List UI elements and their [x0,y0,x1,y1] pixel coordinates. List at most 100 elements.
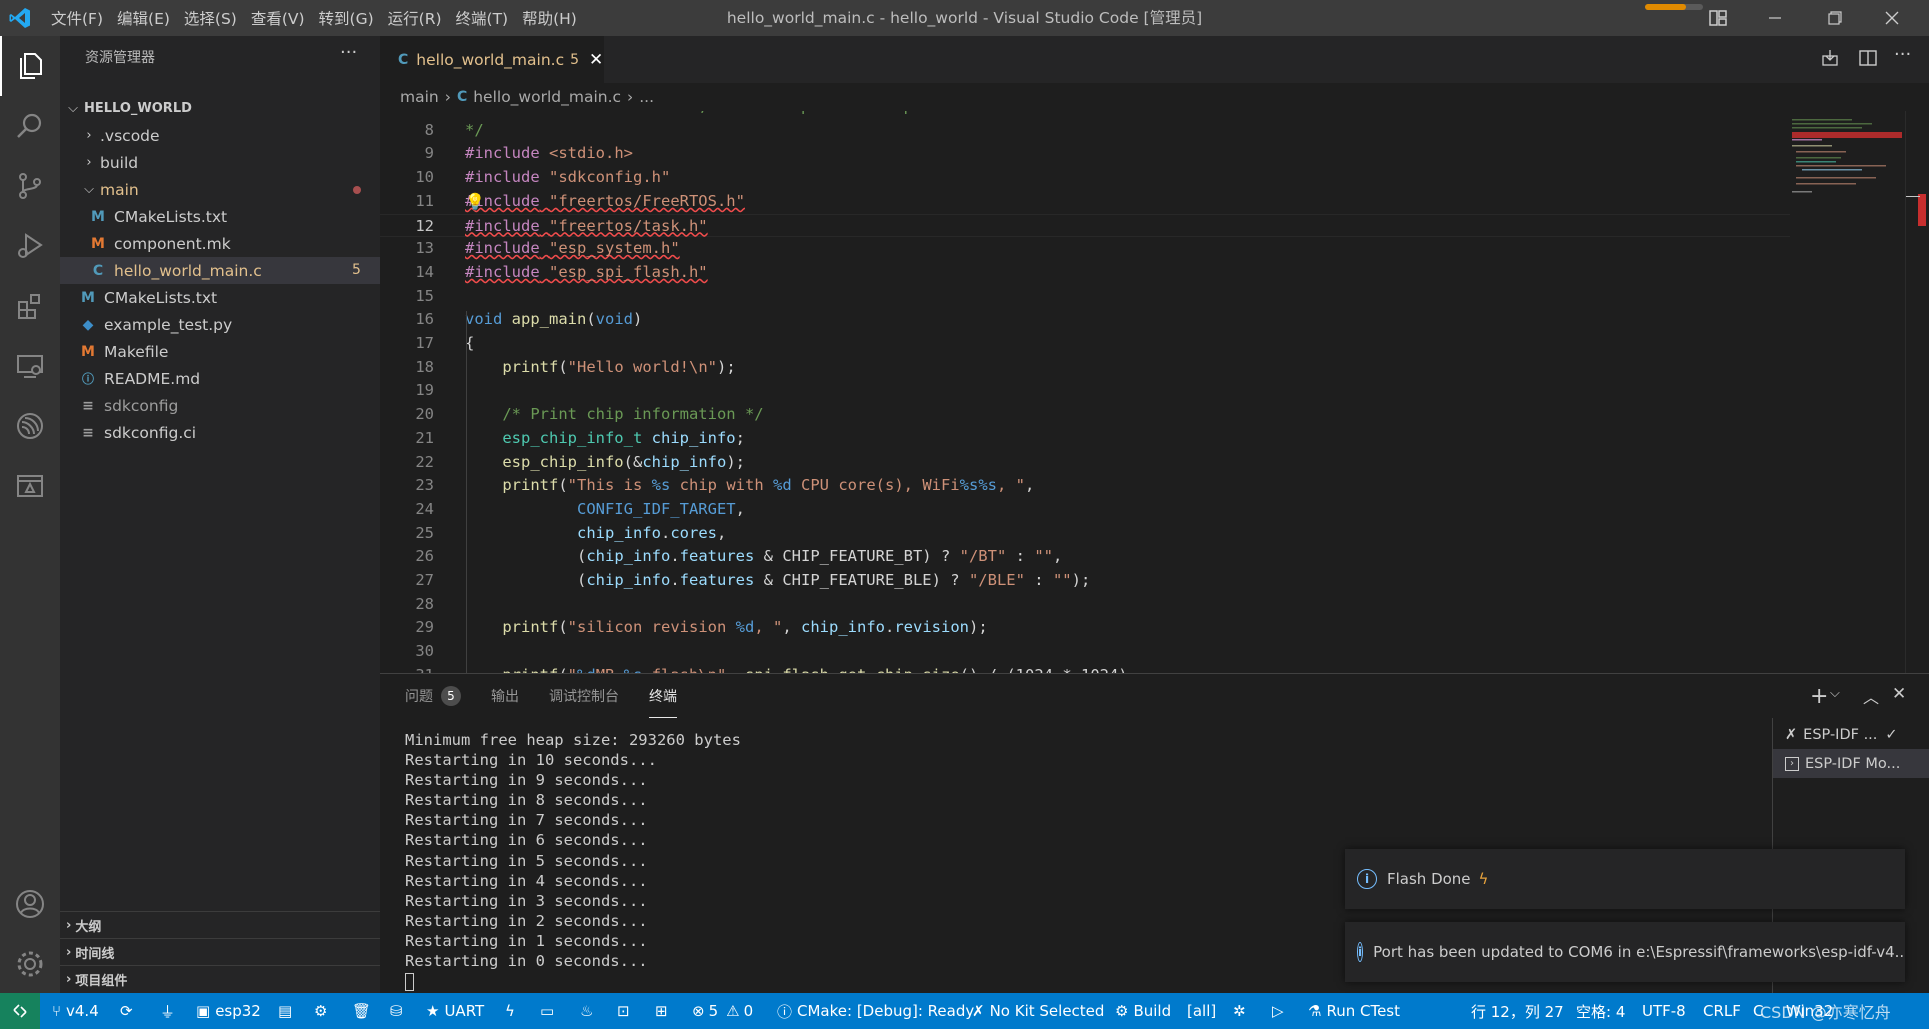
restore-button[interactable] [1806,0,1864,36]
tree-item-hello-world-main[interactable]: C hello_world_main.c 5 [60,257,380,284]
tab-debug-console[interactable]: 调试控制台 [549,674,619,718]
uart-status[interactable]: ★ UART [426,993,484,1029]
tree-item-component-mk[interactable]: M component.mk [60,230,380,257]
layout-icon[interactable] [1708,8,1730,28]
tree-item-build[interactable]: › build [60,149,380,176]
terminal-line: Restarting in 7 seconds... [405,811,648,830]
code-line: 27 (chip_info.features & CHIP_FEATURE_BL… [415,571,1091,589]
code-editor[interactable]: 7 conditions of ANY KIND, either express… [380,111,1790,673]
target-status[interactable]: ▣ esp32 [196,993,261,1029]
code-line: 16 void app_main(void) [415,310,643,329]
breadcrumb-symbol[interactable]: ... [639,88,654,106]
trash-icon[interactable]: 🗑 [352,993,371,1029]
menu-run[interactable]: 运行(R) [381,7,449,29]
kit-status[interactable]: ✗ No Kit Selected [972,993,1104,1029]
minimap[interactable] [1790,111,1905,673]
close-panel-icon[interactable]: ✕ [1892,684,1906,704]
editor-scrollbar[interactable] [1905,111,1929,673]
compare-icon[interactable] [1820,48,1842,70]
more-actions-icon[interactable]: ··· [340,42,357,63]
code-line: 24 CONFIG_IDF_TARGET, [415,499,745,518]
notification-flash-done[interactable]: i Flash Done ϟ [1345,849,1905,909]
tree-item-makefile[interactable]: M Makefile [60,338,380,365]
extensions-icon[interactable] [0,276,60,336]
plug-icon[interactable]: ⏚ [160,993,175,1029]
close-icon[interactable]: ✕ [589,50,603,70]
warning-icon: ⚠ [726,1002,740,1020]
chevron-down-icon[interactable]: ⌵ [1830,686,1840,701]
database-icon[interactable]: ⛁ [390,993,403,1029]
flash-icon[interactable]: ϟ [505,993,515,1029]
tree-item-sdkconfig-ci[interactable]: ≡ sdkconfig.ci [60,419,380,446]
remote-explorer-icon[interactable] [0,336,60,396]
tree-item-example-test[interactable]: ◆ example_test.py [60,311,380,338]
code-line-current: 12 #include "freertos/task.h" [380,213,1790,238]
terminal-line: Minimum free heap size: 293260 bytes [405,731,741,749]
menu-view[interactable]: 查看(V) [244,7,312,29]
timeline-section[interactable]: › 时间线 [60,938,380,965]
tab-problems[interactable]: 问题 5 [405,674,461,718]
gear-icon[interactable] [0,934,60,994]
remote-indicator[interactable] [0,993,40,1029]
notification-text: Port has been updated to COM6 in e:\Espr… [1373,943,1905,961]
breadcrumb-main[interactable]: main [400,88,439,106]
sync-icon[interactable]: ⟳ [120,993,133,1029]
espressif-icon[interactable] [0,396,60,456]
terminal-item-esp-idf[interactable]: ✗ ESP-IDF ... ✓ [1773,720,1929,749]
menu-edit[interactable]: 编辑(E) [110,7,177,29]
account-icon[interactable] [0,874,60,934]
more-actions-icon[interactable]: ··· [1894,44,1911,65]
split-editor-icon[interactable] [1858,48,1880,70]
tab-hello-world-main[interactable]: C hello_world_main.c 5 ✕ [380,36,604,83]
build-button[interactable]: ⚙ Build [1115,993,1171,1029]
folder-icon[interactable]: ▤ [278,993,292,1029]
encoding[interactable]: UTF-8 [1642,993,1686,1029]
build-target[interactable]: [all] [1187,993,1216,1029]
maximize-panel-icon[interactable]: ︿ [1863,684,1879,708]
lightbulb-icon[interactable]: 💡 [465,190,485,214]
minimize-button[interactable] [1746,0,1804,36]
tree-item-sdkconfig[interactable]: ≡ sdkconfig [60,392,380,419]
explorer-root[interactable]: ⌵ HELLO_WORLD [60,95,380,122]
flame-icon[interactable]: ♨ [580,993,593,1029]
problems-status[interactable]: ⊗ 5 ⚠ 0 [692,993,753,1029]
debug-icon[interactable]: ⊞ [655,993,668,1029]
tab-error-badge: 5 [570,51,580,68]
cmake-status[interactable]: ⓘ CMake: [Debug]: Ready [777,993,974,1029]
indentation[interactable]: 空格: 4 [1576,993,1625,1029]
explorer-icon[interactable] [0,36,60,96]
azure-icon[interactable] [0,456,60,516]
tab-output[interactable]: 输出 [491,674,519,718]
tree-item-main[interactable]: ⌵ main [60,176,380,203]
menu-file[interactable]: 文件(F) [44,7,110,29]
menu-terminal[interactable]: 终端(T) [449,7,516,29]
menu-go[interactable]: 转到(G) [312,7,381,29]
gear-icon[interactable]: ⚙ [314,993,327,1029]
project-components-section[interactable]: › 项目组件 [60,965,380,992]
terminal-item-esp-idf-monitor[interactable]: › ESP-IDF Mo... [1773,749,1929,778]
menu-help[interactable]: 帮助(H) [515,7,584,29]
tree-item-cmakelists-root[interactable]: M CMakeLists.txt [60,284,380,311]
ctest-button[interactable]: ⚗ Run CTest [1308,993,1400,1029]
branch-status[interactable]: ⑂ v4.4 [52,993,99,1029]
new-terminal-icon[interactable]: + [1810,684,1828,709]
line-ending[interactable]: CRLF [1703,993,1741,1029]
source-control-icon[interactable] [0,156,60,216]
tree-item-cmakelists-main[interactable]: M CMakeLists.txt [60,203,380,230]
close-window-button[interactable] [1863,0,1921,36]
menu-selection[interactable]: 选择(S) [177,7,244,29]
tab-terminal[interactable]: 终端 [649,674,677,718]
notification-port-updated[interactable]: i Port has been updated to COM6 in e:\Es… [1345,922,1905,982]
terminal-icon[interactable]: ⊡ [617,993,630,1029]
search-icon[interactable] [0,96,60,156]
error-icon: ⊗ [692,1002,705,1020]
play-icon[interactable]: ▷ [1272,993,1284,1029]
breadcrumb-file[interactable]: hello_world_main.c [473,88,621,106]
bug-icon[interactable]: ✲ [1233,993,1246,1029]
outline-section[interactable]: › 大纲 [60,911,380,938]
run-debug-icon[interactable] [0,216,60,276]
tree-item-vscode[interactable]: › .vscode [60,122,380,149]
tree-item-readme[interactable]: ⓘ README.md [60,365,380,392]
cursor-position[interactable]: 行 12，列 27 [1471,993,1564,1029]
monitor-icon[interactable]: ▭ [540,993,554,1029]
